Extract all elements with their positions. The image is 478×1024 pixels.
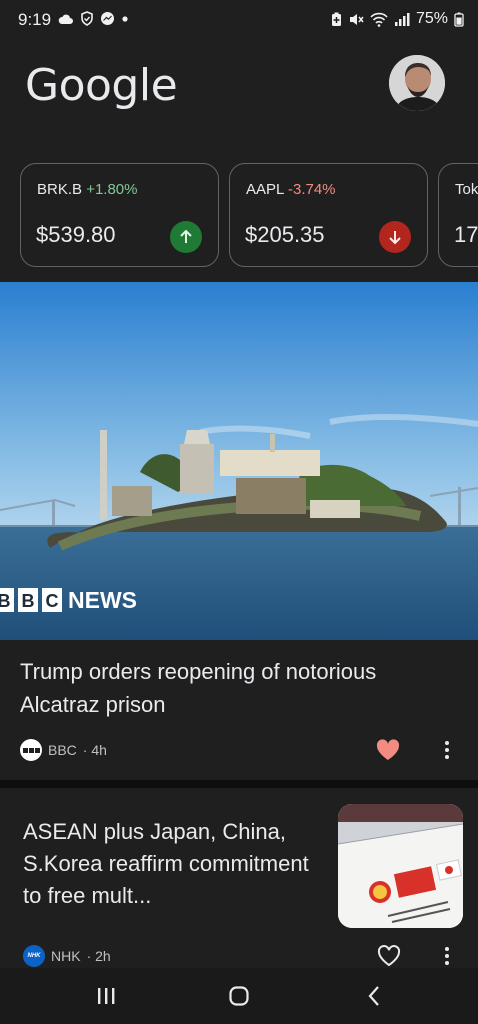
mute-icon	[349, 13, 364, 25]
home-icon	[229, 986, 249, 1006]
home-button[interactable]	[219, 982, 259, 1010]
stock-carousel[interactable]: BRK.B +1.80% $539.80 AAPL -3.74% $205.35…	[20, 163, 478, 267]
stock-card-partial[interactable]: Tok 17	[438, 163, 478, 267]
stock-price: $205.35	[245, 222, 325, 247]
card-divider	[0, 780, 478, 788]
article-source: NHK NHK · 2h	[23, 945, 111, 967]
more-vert-icon	[445, 741, 449, 759]
profile-photo-icon	[389, 55, 445, 111]
status-bar: 9:19 75%	[0, 0, 478, 40]
arrow-up-icon	[170, 221, 202, 253]
shield-icon	[81, 11, 93, 26]
arrow-down-icon	[379, 221, 411, 253]
bbc-logo-icon	[20, 739, 42, 761]
stock-change: +1.80%	[86, 181, 138, 198]
status-time: 9:19	[18, 10, 52, 29]
source-time: · 2h	[86, 948, 111, 964]
article-headline[interactable]: ASEAN plus Japan, China, S.Korea reaffir…	[23, 816, 323, 912]
header: Google	[0, 40, 478, 150]
source-name: NHK	[51, 948, 81, 964]
svg-text:B: B	[0, 591, 11, 611]
more-vert-icon	[445, 947, 449, 965]
source-name: BBC	[48, 742, 77, 758]
google-logo: Google	[25, 60, 178, 111]
back-icon	[368, 986, 379, 1006]
stock-ticker: AAPL	[246, 181, 284, 198]
heart-outline-icon	[377, 945, 401, 967]
stock-header: BRK.B +1.80%	[37, 181, 137, 198]
like-button[interactable]	[375, 738, 401, 767]
asean-document-photo	[338, 804, 463, 928]
nhk-logo-icon: NHK	[23, 945, 45, 967]
source-time: · 4h	[82, 742, 107, 758]
article-image[interactable]: B B C NEWS	[0, 282, 478, 640]
cloud-icon	[58, 14, 73, 24]
stock-price: 17	[454, 222, 478, 247]
article-card[interactable]: ASEAN plus Japan, China, S.Korea reaffir…	[0, 788, 478, 988]
avatar[interactable]	[389, 55, 445, 111]
back-button[interactable]	[354, 982, 394, 1010]
wifi-icon	[370, 12, 388, 27]
alcatraz-photo: B B C NEWS	[0, 282, 478, 640]
stock-header: Tok	[455, 181, 478, 198]
stock-header: AAPL -3.74%	[246, 181, 336, 198]
article-card[interactable]: B B C NEWS Trump orders reopening of not…	[0, 282, 478, 780]
stock-change: -3.74%	[287, 181, 336, 198]
dot-icon	[122, 15, 128, 22]
stock-card-aapl[interactable]: AAPL -3.74% $205.35	[229, 163, 428, 267]
battery-percent: 75%	[415, 10, 448, 27]
battery-icon	[454, 12, 464, 27]
recent-apps-icon	[98, 988, 115, 1004]
stock-price: $539.80	[36, 222, 116, 247]
stock-ticker: Tok	[455, 181, 478, 198]
bbc-news-logo: B B C NEWS	[0, 587, 137, 613]
article-thumbnail[interactable]	[338, 804, 463, 928]
status-right: 75%	[331, 10, 464, 28]
battery-saver-icon	[331, 12, 341, 26]
status-left-icons	[58, 11, 129, 26]
stock-ticker: BRK.B	[37, 181, 83, 198]
recent-apps-button[interactable]	[86, 982, 126, 1010]
heart-filled-icon	[376, 739, 400, 760]
more-options-button[interactable]	[441, 739, 453, 766]
messenger-icon	[101, 12, 114, 25]
article-source: BBC · 4h	[20, 739, 107, 761]
signal-icon	[394, 12, 410, 26]
svg-text:C: C	[46, 591, 59, 611]
system-nav-bar	[0, 968, 478, 1024]
svg-text:NEWS: NEWS	[68, 587, 137, 613]
article-headline[interactable]: Trump orders reopening of notorious Alca…	[20, 655, 460, 721]
stock-card-brk[interactable]: BRK.B +1.80% $539.80	[20, 163, 219, 267]
svg-text:B: B	[22, 591, 35, 611]
